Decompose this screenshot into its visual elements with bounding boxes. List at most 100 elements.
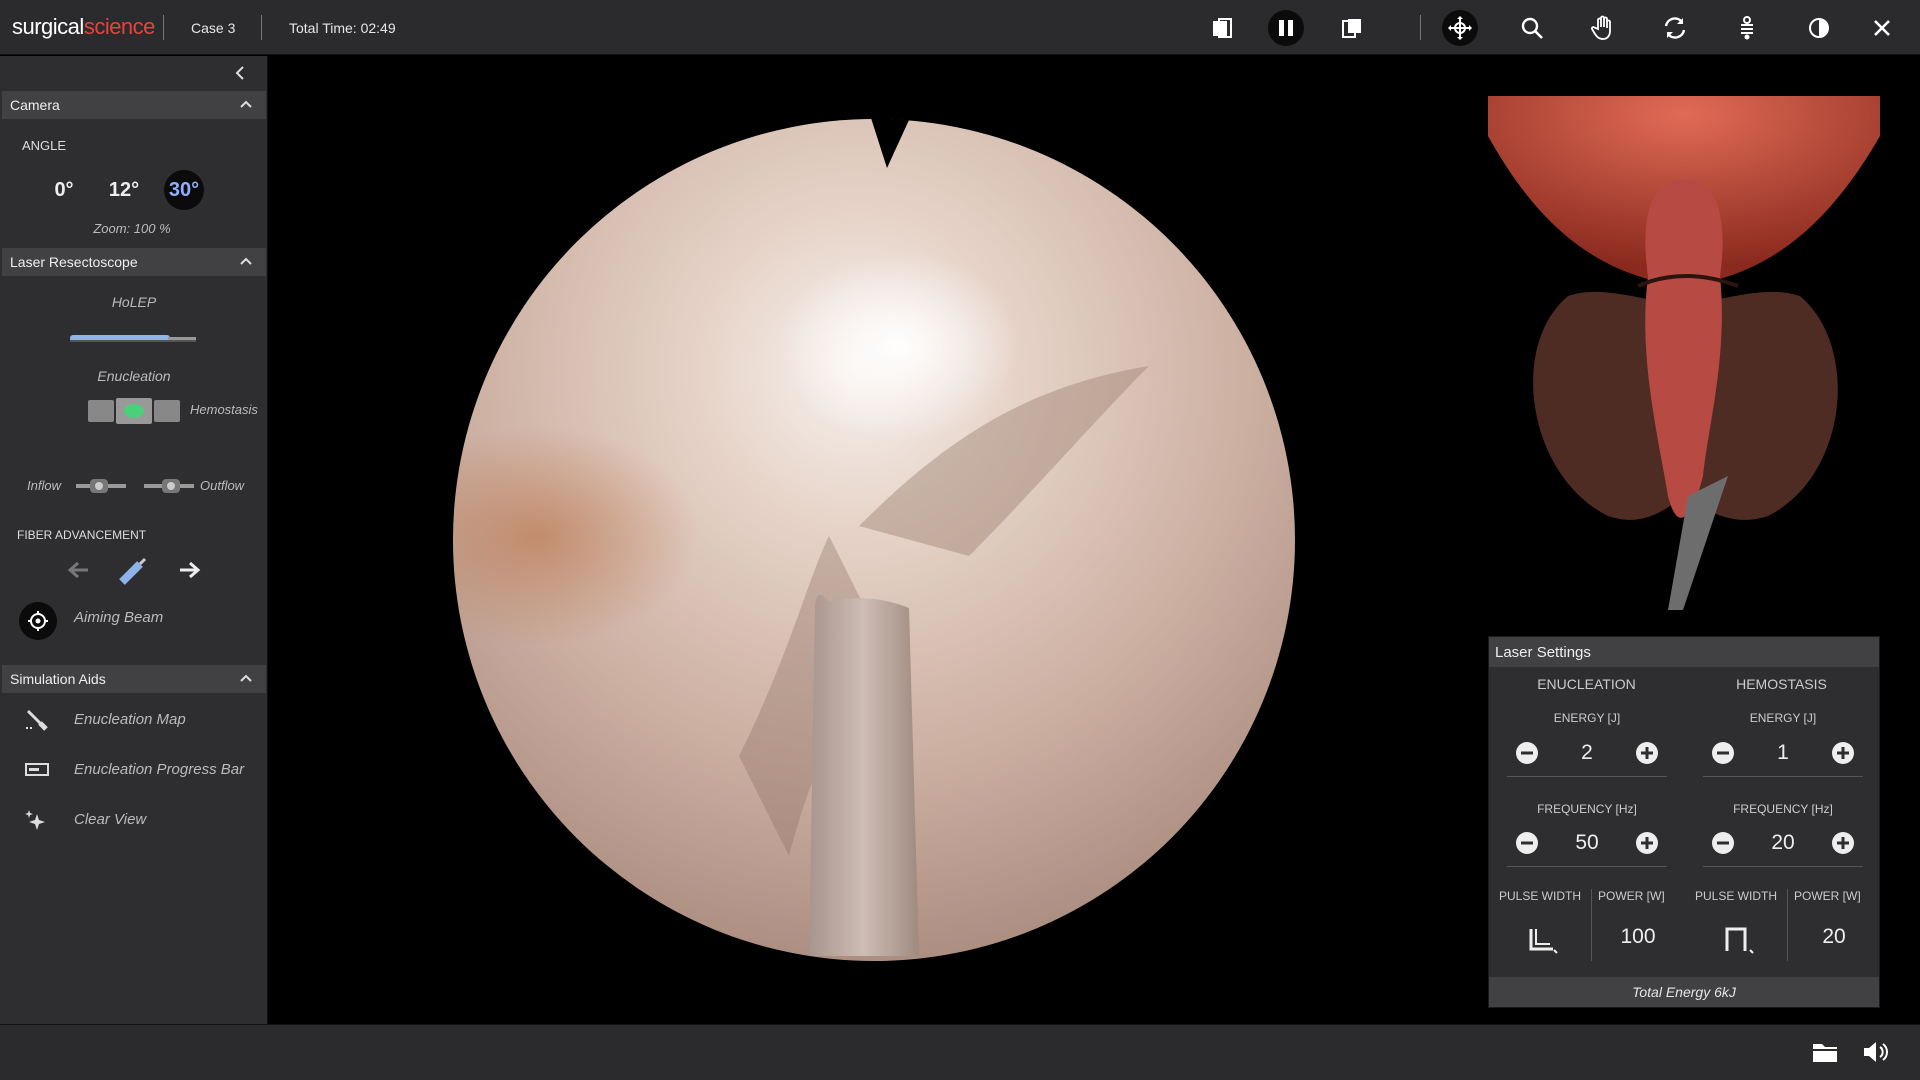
- enucleation-settings: ENERGY [J] 2 FREQUENCY [Hz] 50 PULSE WID…: [1489, 699, 1685, 979]
- layout-right-icon[interactable]: [1334, 10, 1370, 46]
- aid-clear-view[interactable]: Clear View: [0, 800, 268, 840]
- aiming-beam-icon[interactable]: [19, 602, 57, 640]
- move-icon: [1448, 16, 1472, 40]
- fiber-advancement-label: FIBER ADVANCEMENT: [17, 528, 147, 542]
- energy-value: 1: [1777, 741, 1789, 764]
- hemostasis-settings: ENERGY [J] 1 FREQUENCY [Hz] 20 PULSE WID…: [1685, 699, 1881, 979]
- camera-section-header[interactable]: Camera: [2, 91, 266, 119]
- minus-icon[interactable]: [1515, 831, 1539, 855]
- aiming-beam-label: Aiming Beam: [74, 609, 164, 626]
- move-button[interactable]: [1442, 10, 1478, 46]
- link-icon[interactable]: [1729, 10, 1765, 46]
- anatomy-map: [1488, 96, 1880, 610]
- laser-section-header[interactable]: Laser Resectoscope: [2, 248, 266, 276]
- enucleation-label: Enucleation: [97, 368, 171, 384]
- pedal-selector[interactable]: [88, 396, 180, 431]
- layout-left-icon[interactable]: [1204, 10, 1240, 46]
- minus-icon[interactable]: [1711, 831, 1735, 855]
- energy-stepper: 1: [1703, 733, 1863, 777]
- close-icon[interactable]: [1864, 10, 1900, 46]
- pulse-width-label: PULSE WIDTH: [1499, 889, 1582, 903]
- volume-icon[interactable]: [1862, 1039, 1890, 1070]
- frequency-stepper: 20: [1703, 823, 1863, 867]
- divider: [1591, 889, 1592, 961]
- collapse-sidebar-icon[interactable]: [234, 66, 246, 85]
- angle-30-button[interactable]: 30°: [164, 170, 204, 210]
- pulse-width-label: PULSE WIDTH: [1695, 889, 1778, 903]
- rotate-icon[interactable]: [1657, 10, 1693, 46]
- bottom-bar: [0, 1024, 1920, 1080]
- chevron-up-icon: [240, 674, 252, 682]
- energy-value: 2: [1581, 741, 1593, 764]
- laser-settings-panel: Laser Settings ENUCLEATION HEMOSTASIS EN…: [1488, 636, 1880, 1008]
- folder-icon[interactable]: [1812, 1040, 1838, 1069]
- laser-title: Laser Resectoscope: [10, 254, 138, 270]
- aid-label: Enucleation Map: [74, 711, 186, 728]
- tab-hemostasis[interactable]: HEMOSTASIS: [1684, 667, 1879, 699]
- inflow-label: Inflow: [27, 478, 61, 493]
- chevron-up-icon: [240, 257, 252, 265]
- frequency-stepper: 50: [1507, 823, 1667, 867]
- power-value: 100: [1620, 925, 1656, 948]
- scalpel-icon: [26, 709, 48, 731]
- chevron-up-icon: [240, 100, 252, 108]
- short-pulse-icon[interactable]: [1723, 925, 1757, 955]
- logo: surgicalscience: [12, 14, 155, 39]
- fiber-advance-icon[interactable]: [178, 560, 202, 585]
- fiber-icon: [118, 556, 148, 591]
- case-label: Case 3: [191, 20, 236, 36]
- angle-label: ANGLE: [22, 138, 67, 153]
- aids-section-header[interactable]: Simulation Aids: [2, 665, 266, 693]
- divider: [163, 15, 164, 40]
- hand-icon[interactable]: [1585, 10, 1621, 46]
- zoom-level: Zoom: 100 %: [93, 221, 171, 236]
- plus-icon[interactable]: [1831, 741, 1855, 765]
- laser-settings-title: Laser Settings: [1489, 637, 1879, 667]
- outflow-label: Outflow: [200, 478, 245, 493]
- mode-label: HoLEP: [111, 294, 157, 310]
- power-label: POWER [W]: [1794, 889, 1861, 903]
- divider: [261, 15, 262, 40]
- camera-title: Camera: [10, 97, 60, 113]
- minus-icon[interactable]: [1711, 741, 1735, 765]
- aid-enucleation-map[interactable]: Enucleation Map: [0, 700, 268, 740]
- frequency-value: 50: [1575, 831, 1599, 854]
- long-pulse-icon[interactable]: [1527, 925, 1561, 955]
- divider: [1420, 15, 1421, 40]
- aid-label: Clear View: [74, 811, 147, 828]
- power-label: POWER [W]: [1598, 889, 1665, 903]
- angle-12-button[interactable]: 12°: [104, 170, 144, 210]
- frequency-value: 20: [1771, 831, 1795, 854]
- aids-title: Simulation Aids: [10, 671, 106, 687]
- contrast-icon[interactable]: [1801, 10, 1837, 46]
- zoom-icon[interactable]: [1514, 10, 1550, 46]
- divider: [1787, 889, 1788, 961]
- pause-icon: [1279, 20, 1293, 36]
- outflow-valve-icon[interactable]: [144, 476, 194, 501]
- progress-bar-icon: [25, 763, 49, 776]
- energy-label: ENERGY [J]: [1553, 711, 1621, 725]
- angle-0-button[interactable]: 0°: [44, 170, 84, 210]
- aid-label: Enucleation Progress Bar: [74, 761, 245, 778]
- energy-stepper: 2: [1507, 733, 1667, 777]
- total-energy: Total Energy 6kJ: [1489, 977, 1879, 1007]
- inflow-valve-icon[interactable]: [76, 476, 126, 501]
- frequency-label: FREQUENCY [Hz]: [1537, 802, 1637, 816]
- top-bar: surgicalscience Case 3 Total Time: 02:49: [0, 0, 1920, 55]
- hemostasis-label: Hemostasis: [190, 402, 258, 417]
- plus-icon[interactable]: [1635, 741, 1659, 765]
- fiber-retract-icon[interactable]: [66, 560, 90, 585]
- power-value: 20: [1822, 925, 1846, 948]
- pause-button[interactable]: [1268, 10, 1304, 46]
- tab-enucleation[interactable]: ENUCLEATION: [1489, 667, 1684, 699]
- energy-label: ENERGY [J]: [1749, 711, 1817, 725]
- sparkle-icon: [25, 810, 45, 830]
- total-time: Total Time: 02:49: [289, 20, 396, 36]
- sidebar: Camera ANGLE 0° 12° 30° Zoom: 100 % Lase…: [0, 56, 268, 1024]
- endoscope-view[interactable]: Laser Settings ENUCLEATION HEMOSTASIS EN…: [269, 56, 1920, 1024]
- plus-icon[interactable]: [1831, 831, 1855, 855]
- aid-progress-bar[interactable]: Enucleation Progress Bar: [0, 750, 268, 790]
- plus-icon[interactable]: [1635, 831, 1659, 855]
- frequency-label: FREQUENCY [Hz]: [1733, 802, 1833, 816]
- minus-icon[interactable]: [1515, 741, 1539, 765]
